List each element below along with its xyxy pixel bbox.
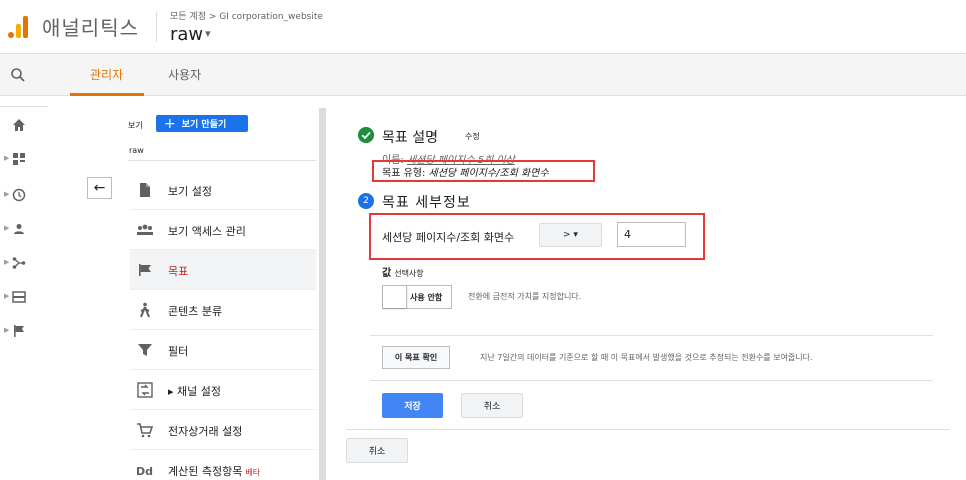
verify-description: 지난 7일간의 데이터를 기준으로 할 때 이 목표에서 발생했을 것으로 추정… [480, 353, 813, 362]
outer-cancel-button[interactable]: 취소 [346, 438, 408, 463]
menu-item-label: 목표 [168, 265, 189, 278]
goal-edit-link[interactable]: 수정 [465, 131, 480, 142]
check-circle-icon [358, 127, 374, 143]
menu-item-view-access[interactable]: 보기 액세스 관리 [130, 210, 316, 250]
value-heading-label: 값 [382, 268, 392, 279]
rail-home[interactable] [4, 118, 30, 134]
menu-item-label: 보기 설정 [168, 185, 212, 198]
channel-icon [137, 382, 153, 398]
rail-behavior[interactable]: ▶ [4, 290, 30, 306]
cancel-button[interactable]: 취소 [461, 393, 523, 418]
header-divider [156, 12, 157, 42]
rail-customization[interactable]: ▶ [4, 152, 30, 168]
expand-arrow-icon: ▶ [4, 326, 10, 334]
menu-item-label: 보기 액세스 관리 [168, 225, 246, 238]
rail-conversions[interactable]: ▶ [4, 324, 30, 340]
view-column-label: 보기 [128, 121, 143, 130]
view-selector-label: raw [170, 24, 204, 45]
expand-arrow-icon: ▶ [4, 190, 10, 198]
menu-item-label: 콘텐츠 분류 [168, 305, 223, 318]
app-header: 애널리틱스 모든 계정 > GI corporation_website raw… [0, 0, 966, 54]
goal-description-title: 목표 설명 [382, 130, 438, 146]
menu-item-content-grouping[interactable]: 콘텐츠 분류 [130, 290, 316, 330]
menu-item-label-text: 계산된 측정항목 [168, 465, 243, 478]
divider [370, 380, 933, 381]
dd-icon: Dd [136, 465, 153, 478]
goal-type-value: 세션당 페이지수/조회 화면수 [428, 168, 549, 179]
comparison-operator-select[interactable]: > ▾ [539, 223, 602, 247]
toggle-description: 전환에 금전적 가치를 지정합니다. [468, 292, 582, 301]
view-name-divider [128, 160, 316, 161]
menu-item-label: 계산된 측정항목 베타 [168, 463, 260, 479]
expand-arrow-icon: ▶ [4, 292, 10, 300]
goal-type-line: 목표 유형: 세션당 페이지수/조회 화면수 [382, 164, 549, 179]
admin-tabs-bar: 관리자 사용자 [0, 54, 966, 96]
tab-user[interactable]: 사용자 [168, 66, 201, 83]
menu-item-view-settings[interactable]: 보기 설정 [130, 170, 316, 210]
toggle-knob [383, 286, 407, 308]
arrow-left-icon: ← [93, 180, 106, 196]
home-icon [13, 119, 25, 131]
back-button[interactable]: ← [87, 177, 112, 199]
expand-arrow-icon: ▶ [4, 154, 10, 162]
menu-item-goals[interactable]: 목표 [130, 250, 316, 290]
verify-goal-button[interactable]: 이 목표 확인 [382, 346, 450, 369]
expand-arrow-icon: ▶ [4, 224, 10, 232]
step-2-badge: 2 [358, 193, 374, 209]
rail-realtime[interactable]: ▶ [4, 188, 30, 204]
beta-badge: 베타 [245, 468, 261, 477]
rail-acquisition[interactable]: ▶ [4, 256, 30, 272]
goal-type-prefix: 목표 유형: [382, 168, 429, 179]
search-icon[interactable] [10, 67, 26, 83]
tab-admin[interactable]: 관리자 [90, 66, 123, 83]
person-icon [14, 224, 24, 234]
people-icon [137, 224, 153, 235]
rail-audience[interactable]: ▶ [4, 222, 30, 238]
optional-label: 선택사항 [394, 269, 424, 278]
flag-icon [14, 325, 24, 337]
metric-label: 세션당 페이지수/조회 화면수 [382, 231, 515, 244]
goal-details-title: 목표 세부정보 [382, 195, 471, 211]
left-rail: ▶ ▶ ▶ ▶ ▶ ▶ [0, 96, 50, 480]
menu-item-label: 전자상거래 설정 [168, 425, 243, 438]
value-heading: 값 선택사항 [382, 264, 424, 279]
divider [346, 429, 950, 430]
create-view-label: 보기 만들기 [181, 120, 227, 130]
create-view-button[interactable]: + 보기 만들기 [156, 115, 248, 132]
caret-down-icon: ▾ [205, 27, 211, 40]
condition-value-input[interactable]: 4 [617, 222, 686, 247]
person-walk-icon [140, 302, 150, 318]
app-title: 애널리틱스 [42, 16, 139, 40]
value-toggle[interactable]: 사용 안함 [382, 285, 452, 309]
current-view-name[interactable]: raw [129, 146, 144, 155]
cart-icon [137, 423, 154, 438]
dashboard-icon [13, 153, 25, 165]
plus-icon: + [164, 115, 176, 132]
filter-icon [138, 344, 152, 356]
menu-item-calculated-metrics[interactable]: Dd 계산된 측정항목 베타 [130, 450, 316, 480]
toggle-label: 사용 안함 [410, 293, 443, 302]
expand-arrow-icon: ▶ [4, 258, 10, 266]
behavior-icon [12, 291, 26, 303]
menu-item-channel-settings[interactable]: ▸ 채널 설정 [130, 370, 316, 410]
divider [370, 335, 933, 336]
menu-item-filters[interactable]: 필터 [130, 330, 316, 370]
flag-icon [139, 264, 151, 276]
clock-icon [12, 188, 26, 202]
save-button[interactable]: 저장 [382, 393, 443, 418]
svg-text:Dd: Dd [136, 465, 153, 478]
breadcrumb[interactable]: 모든 계정 > GI corporation_website [170, 9, 323, 22]
acquisition-icon [12, 257, 26, 269]
active-tab-indicator [70, 93, 144, 96]
menu-item-label: 필터 [168, 345, 189, 358]
analytics-logo[interactable] [8, 14, 30, 38]
menu-item-ecommerce-settings[interactable]: 전자상거래 설정 [130, 410, 316, 450]
view-selector[interactable]: raw ▾ [170, 24, 211, 45]
column-divider-scrollbar[interactable] [319, 108, 326, 480]
menu-item-label: ▸ 채널 설정 [168, 385, 221, 398]
document-icon [140, 183, 150, 197]
